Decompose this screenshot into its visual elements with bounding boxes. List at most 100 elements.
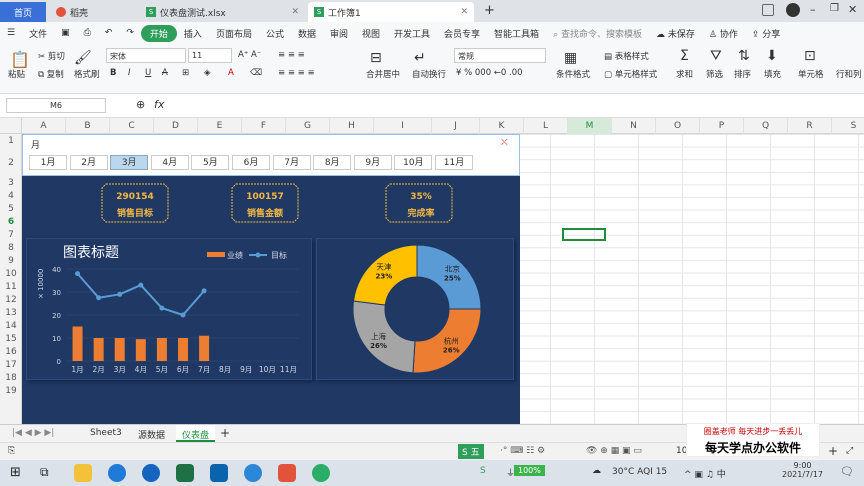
unsaved-button[interactable]: ☁ 未保存: [649, 27, 702, 40]
select-all-corner[interactable]: [0, 118, 22, 134]
tab-docer[interactable]: 稻壳: [50, 2, 138, 22]
ime-indicator[interactable]: S 五: [458, 444, 484, 459]
share-button[interactable]: ⇪ 分享: [745, 27, 787, 40]
row-header-14[interactable]: 14: [0, 321, 22, 331]
row-header-6[interactable]: 6: [0, 217, 22, 227]
active-cell[interactable]: [562, 228, 606, 241]
month-button[interactable]: 10月: [394, 155, 433, 170]
row-header-1[interactable]: 1: [0, 136, 22, 146]
zoom-icon[interactable]: ⊕: [136, 98, 145, 111]
collab-button[interactable]: ♙ 协作: [702, 27, 745, 40]
column-header-q[interactable]: Q: [744, 118, 788, 134]
menu-page-layout[interactable]: 页面布局: [209, 27, 259, 40]
fill-button[interactable]: 填充: [764, 68, 781, 80]
fill-icon[interactable]: ⬇: [766, 48, 778, 64]
underline-icon[interactable]: U: [145, 68, 151, 78]
sheet-tab-dashboard[interactable]: 仪表盘: [176, 425, 216, 442]
column-header-r[interactable]: R: [788, 118, 832, 134]
row-header-17[interactable]: 17: [0, 360, 22, 370]
ie-icon[interactable]: [244, 464, 262, 482]
month-button[interactable]: 9月: [353, 155, 392, 170]
doughnut-chart-panel[interactable]: 北京 25% 杭州 26% 上海 26% 天津 23%: [316, 238, 514, 380]
month-button[interactable]: 4月: [150, 155, 189, 170]
weather-text[interactable]: 30°C AQI 15: [612, 467, 667, 477]
menu-review[interactable]: 审阅: [323, 27, 355, 40]
bold-icon[interactable]: B: [110, 68, 116, 78]
fullscreen-icon[interactable]: ⤢: [846, 446, 853, 456]
column-header-b[interactable]: B: [66, 118, 110, 134]
view-mode-icons[interactable]: 👁 ⊕ ▦ ▣ ▭: [586, 446, 642, 456]
menu-developer[interactable]: 开发工具: [387, 27, 437, 40]
row-header-11[interactable]: 11: [0, 282, 22, 292]
merge-button[interactable]: 合并居中: [366, 68, 400, 80]
row-header-3[interactable]: 3: [0, 178, 22, 188]
font-color-icon[interactable]: A: [228, 68, 234, 78]
row-header-15[interactable]: 15: [0, 334, 22, 344]
italic-icon[interactable]: I: [128, 68, 131, 78]
ime-tool-icons[interactable]: ·° ⌨ ☷ ⚙: [500, 446, 545, 456]
tray-icons[interactable]: ^ ▣ ♫ 中: [684, 467, 726, 480]
table-style-button[interactable]: ▤ 表格样式: [604, 50, 649, 62]
month-button[interactable]: 8月: [313, 155, 352, 170]
column-header-e[interactable]: E: [198, 118, 242, 134]
cell-style-button[interactable]: ▢ 单元格样式: [604, 68, 657, 80]
filter-icon[interactable]: ⛛: [710, 48, 722, 64]
strikethrough-icon[interactable]: A: [162, 68, 168, 78]
number-format-icons[interactable]: ¥ % 000 ←0 .00: [456, 68, 523, 78]
sheet-tab-sheet3[interactable]: Sheet3: [90, 428, 122, 438]
month-button[interactable]: 11月: [435, 155, 473, 170]
close-icon[interactable]: ✕: [460, 7, 468, 17]
month-button[interactable]: 6月: [232, 155, 270, 170]
number-format-select[interactable]: 常规: [454, 48, 546, 63]
menu-home[interactable]: 开始: [140, 24, 177, 42]
wrap-icon[interactable]: ↵: [414, 50, 426, 66]
row-header-2[interactable]: 2: [0, 158, 22, 168]
column-header-a[interactable]: A: [22, 118, 66, 134]
row-header-13[interactable]: 13: [0, 308, 22, 318]
clear-filter-icon[interactable]: ⛌: [501, 138, 508, 148]
tab-workbook-dashboard[interactable]: S 仪表盘测试.xlsx ✕: [140, 2, 305, 22]
new-tab-button[interactable]: +: [484, 3, 495, 18]
row-header-10[interactable]: 10: [0, 269, 22, 279]
copy-button[interactable]: ⧉ 复制: [38, 68, 64, 80]
sheet-tab-source-data[interactable]: 源数据: [138, 428, 165, 441]
wps-icon[interactable]: [278, 464, 296, 482]
wrap-button[interactable]: 自动换行: [412, 68, 446, 80]
paste-button[interactable]: 粘贴: [8, 68, 25, 80]
hamburger-icon[interactable]: ☰: [0, 28, 22, 38]
column-header-l[interactable]: L: [524, 118, 568, 134]
font-size-select[interactable]: 11: [188, 48, 232, 63]
tab-home[interactable]: 首页: [0, 2, 46, 22]
column-header-g[interactable]: G: [286, 118, 330, 134]
clock-app-icon[interactable]: [142, 464, 160, 482]
zoom-in-button[interactable]: +: [828, 444, 838, 458]
column-header-h[interactable]: H: [330, 118, 374, 134]
windows-start-icon[interactable]: ⊞: [10, 465, 21, 480]
task-view-icon[interactable]: ⧉: [40, 465, 49, 480]
file-explorer-icon[interactable]: [74, 464, 92, 482]
paste-icon[interactable]: 📋: [10, 50, 30, 69]
month-button[interactable]: 7月: [272, 155, 311, 170]
font-grow-icon[interactable]: A⁺ A⁻: [238, 50, 261, 60]
menu-smart-toolbox[interactable]: 智能工具箱: [487, 27, 546, 40]
font-name-select[interactable]: 宋体: [106, 48, 186, 63]
column-header-k[interactable]: K: [480, 118, 524, 134]
wechat-icon[interactable]: [312, 464, 330, 482]
wps-tray-icon[interactable]: S: [480, 466, 486, 476]
print-icon[interactable]: ⎙: [77, 28, 98, 38]
column-header-o[interactable]: O: [656, 118, 700, 134]
month-slicer[interactable]: 月 ⛌ 1月 2月 3月 4月 5月 6月 7月 8月 9月 10月 11月: [22, 134, 520, 176]
redo-icon[interactable]: ↷: [119, 28, 141, 38]
filter-button[interactable]: 筛选: [706, 68, 723, 80]
clock[interactable]: 9:00 2021/7/17: [782, 461, 823, 479]
month-button[interactable]: 3月: [110, 155, 149, 170]
menu-file[interactable]: 文件: [22, 27, 54, 40]
month-button[interactable]: 1月: [29, 155, 67, 170]
fx-icon[interactable]: fx: [154, 98, 164, 111]
sheet-nav-icons[interactable]: |◀ ◀ ▶ ▶|: [12, 428, 54, 438]
row-header-18[interactable]: 18: [0, 373, 22, 383]
mail-icon[interactable]: [210, 464, 228, 482]
brush-icon[interactable]: 🖌: [74, 50, 92, 66]
restore-icon[interactable]: ❐: [830, 3, 839, 14]
sort-icon[interactable]: ⇅: [738, 48, 750, 64]
